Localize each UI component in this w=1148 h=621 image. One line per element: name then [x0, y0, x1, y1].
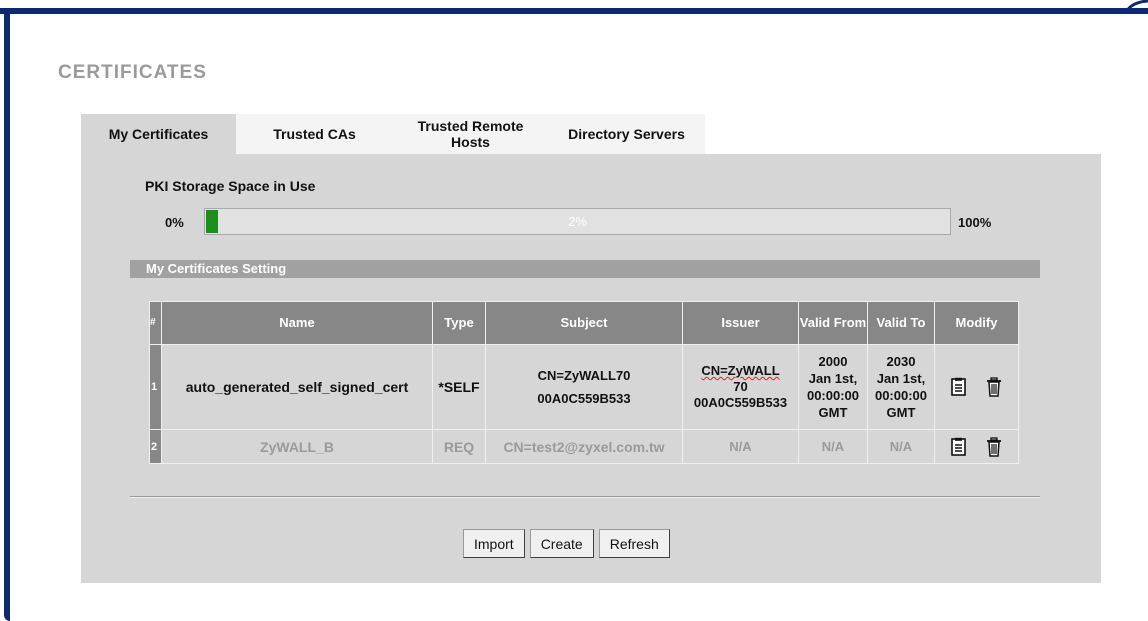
- page-title: CERTIFICATES: [58, 62, 207, 83]
- tab-my-certificates[interactable]: My Certificates: [81, 114, 236, 154]
- storage-max-label: 100%: [958, 215, 992, 230]
- action-buttons: Import Create Refresh: [463, 529, 670, 558]
- valid-to-line: 00:00:00: [874, 388, 928, 403]
- cert-valid-to: 2030 Jan 1st, 00:00:00 GMT: [867, 344, 935, 430]
- import-button[interactable]: Import: [463, 529, 525, 558]
- cert-issuer: N/A: [682, 429, 799, 464]
- table-header-row: # Name Type Subject Issuer Valid From Va…: [149, 301, 1019, 345]
- cert-issuer-line: 00A0C559B533: [693, 395, 788, 410]
- cert-valid-from: 2000 Jan 1st, 00:00:00 GMT: [798, 344, 868, 430]
- cert-subject: CN=ZyWALL70 00A0C559B533: [485, 344, 683, 430]
- column-header-issuer: Issuer: [682, 301, 799, 345]
- cert-modify: [934, 429, 1019, 464]
- cert-issuer-line: CN=ZyWALL: [701, 363, 780, 378]
- column-header-valid-to: Valid To: [867, 301, 935, 345]
- tab-bar: My Certificates Trusted CAs Trusted Remo…: [81, 114, 705, 154]
- valid-to-line: 2030: [886, 354, 916, 369]
- valid-from-line: GMT: [818, 405, 848, 420]
- corner-decoration: [1124, 0, 1148, 12]
- valid-from-line: Jan 1st,: [808, 371, 858, 386]
- tab-content: PKI Storage Space in Use 0% 2% 100% My C…: [81, 154, 1101, 583]
- certificates-table: # Name Type Subject Issuer Valid From Va…: [149, 301, 1019, 464]
- valid-to-line: GMT: [886, 405, 916, 420]
- storage-progress-bar: 2%: [204, 208, 951, 235]
- cert-name: ZyWALL_B: [161, 429, 433, 464]
- cert-type: *SELF: [432, 344, 486, 430]
- valid-from-line: 2000: [818, 354, 848, 369]
- pki-storage-label: PKI Storage Space in Use: [145, 178, 316, 194]
- storage-progress-value: 2%: [568, 214, 587, 229]
- create-button[interactable]: Create: [529, 529, 594, 558]
- column-header-modify: Modify: [934, 301, 1019, 345]
- cert-modify: [934, 344, 1019, 430]
- cert-type: REQ: [432, 429, 486, 464]
- edit-icon[interactable]: [950, 437, 968, 457]
- valid-from-line: 00:00:00: [806, 388, 860, 403]
- row-index: 2: [149, 429, 162, 464]
- table-row: 1 auto_generated_self_signed_cert *SELF …: [149, 344, 1019, 430]
- column-header-name: Name: [161, 301, 433, 345]
- cert-valid-to: N/A: [867, 429, 935, 464]
- divider: [130, 496, 1040, 498]
- column-header-valid-from: Valid From: [798, 301, 868, 345]
- refresh-button[interactable]: Refresh: [598, 529, 670, 558]
- storage-min-label: 0%: [165, 215, 184, 230]
- delete-icon[interactable]: [985, 436, 1003, 457]
- cert-name: auto_generated_self_signed_cert: [161, 344, 433, 430]
- cert-issuer: CN=ZyWALL 70 00A0C559B533: [682, 344, 799, 430]
- cert-subject: CN=test2@zyxel.com.tw: [485, 429, 683, 464]
- valid-to-line: Jan 1st,: [876, 371, 926, 386]
- tab-trusted-remote-hosts[interactable]: Trusted Remote Hosts: [393, 114, 548, 154]
- row-index: 1: [149, 344, 162, 430]
- column-header-type: Type: [432, 301, 486, 345]
- column-header-subject: Subject: [485, 301, 683, 345]
- table-row: 2 ZyWALL_B REQ CN=test2@zyxel.com.tw N/A…: [149, 429, 1019, 464]
- cert-issuer-line: 70: [733, 379, 748, 394]
- section-header: My Certificates Setting: [130, 260, 1040, 278]
- column-header-index: #: [149, 301, 162, 345]
- cert-subject-line: 00A0C559B533: [537, 391, 631, 406]
- tab-trusted-cas[interactable]: Trusted CAs: [236, 114, 393, 154]
- cert-subject-line: CN=ZyWALL70: [537, 368, 631, 383]
- delete-icon[interactable]: [985, 377, 1003, 397]
- cert-valid-from: N/A: [798, 429, 868, 464]
- tab-directory-servers[interactable]: Directory Servers: [548, 114, 705, 154]
- edit-icon[interactable]: [950, 377, 968, 397]
